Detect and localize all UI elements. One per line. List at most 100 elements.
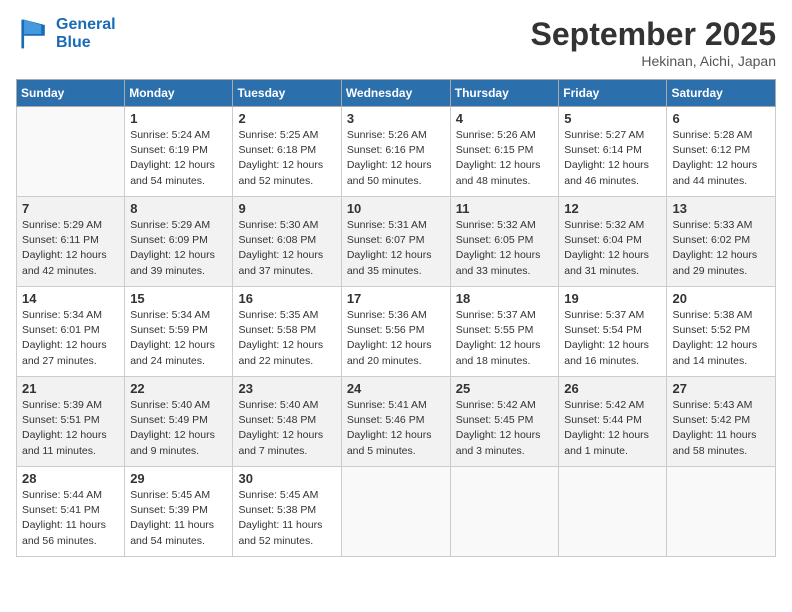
day-number: 17	[347, 291, 445, 306]
day-info: Sunrise: 5:45 AM Sunset: 5:38 PM Dayligh…	[238, 488, 335, 549]
day-info: Sunrise: 5:42 AM Sunset: 5:45 PM Dayligh…	[456, 398, 554, 459]
day-number: 5	[564, 111, 661, 126]
calendar-week-row: 7 Sunrise: 5:29 AM Sunset: 6:11 PM Daylig…	[17, 197, 776, 287]
calendar-cell: 18 Sunrise: 5:37 AM Sunset: 5:55 PM Dayli…	[450, 287, 559, 377]
day-info: Sunrise: 5:28 AM Sunset: 6:12 PM Dayligh…	[672, 128, 770, 189]
calendar-cell: 5 Sunrise: 5:27 AM Sunset: 6:14 PM Daylig…	[559, 107, 667, 197]
day-number: 29	[130, 471, 227, 486]
calendar-cell: 14 Sunrise: 5:34 AM Sunset: 6:01 PM Dayli…	[17, 287, 125, 377]
calendar-cell: 26Sunrise: 5:42 AM Sunset: 5:44 PM Dayli…	[559, 377, 667, 467]
title-section: September 2025 Hekinan, Aichi, Japan	[531, 16, 776, 69]
weekday-header-wednesday: Wednesday	[341, 80, 450, 107]
day-info: Sunrise: 5:40 AM Sunset: 5:49 PM Dayligh…	[130, 398, 227, 459]
day-info: Sunrise: 5:32 AM Sunset: 6:05 PM Dayligh…	[456, 218, 554, 279]
calendar-cell: 3 Sunrise: 5:26 AM Sunset: 6:16 PM Daylig…	[341, 107, 450, 197]
day-number: 16	[238, 291, 335, 306]
day-number: 9	[238, 201, 335, 216]
day-number: 7	[22, 201, 119, 216]
day-info: Sunrise: 5:29 AM Sunset: 6:11 PM Dayligh…	[22, 218, 119, 279]
weekday-header-sunday: Sunday	[17, 80, 125, 107]
day-number: 20	[672, 291, 770, 306]
day-number: 23	[238, 381, 335, 396]
day-info: Sunrise: 5:32 AM Sunset: 6:04 PM Dayligh…	[564, 218, 661, 279]
weekday-header-tuesday: Tuesday	[233, 80, 341, 107]
day-info: Sunrise: 5:44 AM Sunset: 5:41 PM Dayligh…	[22, 488, 119, 549]
location: Hekinan, Aichi, Japan	[531, 53, 776, 69]
weekday-header-thursday: Thursday	[450, 80, 559, 107]
day-info: Sunrise: 5:39 AM Sunset: 5:51 PM Dayligh…	[22, 398, 119, 459]
day-number: 25	[456, 381, 554, 396]
logo-icon	[16, 16, 52, 52]
calendar-cell: 20 Sunrise: 5:38 AM Sunset: 5:52 PM Dayli…	[667, 287, 776, 377]
calendar-cell: 4 Sunrise: 5:26 AM Sunset: 6:15 PM Daylig…	[450, 107, 559, 197]
logo-text: General Blue	[56, 16, 116, 52]
calendar-cell: 11 Sunrise: 5:32 AM Sunset: 6:05 PM Dayli…	[450, 197, 559, 287]
calendar-week-row: 28 Sunrise: 5:44 AM Sunset: 5:41 PM Dayli…	[17, 467, 776, 557]
calendar-header-row: SundayMondayTuesdayWednesdayThursdayFrid…	[17, 80, 776, 107]
calendar-cell: 16 Sunrise: 5:35 AM Sunset: 5:58 PM Dayli…	[233, 287, 341, 377]
calendar-cell: 22 Sunrise: 5:40 AM Sunset: 5:49 PM Dayli…	[125, 377, 233, 467]
weekday-header-friday: Friday	[559, 80, 667, 107]
day-number: 18	[456, 291, 554, 306]
day-info: Sunrise: 5:41 AM Sunset: 5:46 PM Dayligh…	[347, 398, 445, 459]
day-info: Sunrise: 5:34 AM Sunset: 6:01 PM Dayligh…	[22, 308, 119, 369]
weekday-header-saturday: Saturday	[667, 80, 776, 107]
day-info: Sunrise: 5:27 AM Sunset: 6:14 PM Dayligh…	[564, 128, 661, 189]
day-info: Sunrise: 5:36 AM Sunset: 5:56 PM Dayligh…	[347, 308, 445, 369]
logo: General Blue	[16, 16, 116, 52]
calendar-cell: 30 Sunrise: 5:45 AM Sunset: 5:38 PM Dayli…	[233, 467, 341, 557]
calendar-cell: 1 Sunrise: 5:24 AM Sunset: 6:19 PM Daylig…	[125, 107, 233, 197]
day-info: Sunrise: 5:37 AM Sunset: 5:55 PM Dayligh…	[456, 308, 554, 369]
calendar-cell	[450, 467, 559, 557]
calendar-cell: 28 Sunrise: 5:44 AM Sunset: 5:41 PM Dayli…	[17, 467, 125, 557]
calendar-cell: 17 Sunrise: 5:36 AM Sunset: 5:56 PM Dayli…	[341, 287, 450, 377]
day-number: 22	[130, 381, 227, 396]
day-number: 4	[456, 111, 554, 126]
calendar-cell	[667, 467, 776, 557]
day-number: 3	[347, 111, 445, 126]
day-number: 24	[347, 381, 445, 396]
calendar-cell: 9 Sunrise: 5:30 AM Sunset: 6:08 PM Daylig…	[233, 197, 341, 287]
month-title: September 2025	[531, 16, 776, 53]
day-info: Sunrise: 5:26 AM Sunset: 6:15 PM Dayligh…	[456, 128, 554, 189]
calendar-cell: 29Sunrise: 5:45 AM Sunset: 5:39 PM Dayli…	[125, 467, 233, 557]
day-number: 27	[672, 381, 770, 396]
calendar-cell: 8Sunrise: 5:29 AM Sunset: 6:09 PM Daylig…	[125, 197, 233, 287]
day-info: Sunrise: 5:25 AM Sunset: 6:18 PM Dayligh…	[238, 128, 335, 189]
calendar-cell: 12 Sunrise: 5:32 AM Sunset: 6:04 PM Dayli…	[559, 197, 667, 287]
day-number: 1	[130, 111, 227, 126]
day-number: 15	[130, 291, 227, 306]
calendar-cell: 25 Sunrise: 5:42 AM Sunset: 5:45 PM Dayli…	[450, 377, 559, 467]
day-info: Sunrise: 5:24 AM Sunset: 6:19 PM Dayligh…	[130, 128, 227, 189]
day-info: Sunrise: 5:37 AM Sunset: 5:54 PM Dayligh…	[564, 308, 661, 369]
calendar-cell: 23Sunrise: 5:40 AM Sunset: 5:48 PM Dayli…	[233, 377, 341, 467]
day-number: 10	[347, 201, 445, 216]
day-info: Sunrise: 5:30 AM Sunset: 6:08 PM Dayligh…	[238, 218, 335, 279]
calendar-cell: 21 Sunrise: 5:39 AM Sunset: 5:51 PM Dayli…	[17, 377, 125, 467]
day-number: 14	[22, 291, 119, 306]
day-number: 13	[672, 201, 770, 216]
day-info: Sunrise: 5:26 AM Sunset: 6:16 PM Dayligh…	[347, 128, 445, 189]
day-number: 21	[22, 381, 119, 396]
calendar-cell: 10 Sunrise: 5:31 AM Sunset: 6:07 PM Dayli…	[341, 197, 450, 287]
calendar-cell: 24 Sunrise: 5:41 AM Sunset: 5:46 PM Dayli…	[341, 377, 450, 467]
day-number: 12	[564, 201, 661, 216]
calendar-cell	[17, 107, 125, 197]
day-info: Sunrise: 5:29 AM Sunset: 6:09 PM Dayligh…	[130, 218, 227, 279]
day-info: Sunrise: 5:38 AM Sunset: 5:52 PM Dayligh…	[672, 308, 770, 369]
weekday-header-monday: Monday	[125, 80, 233, 107]
day-number: 11	[456, 201, 554, 216]
day-number: 26	[564, 381, 661, 396]
day-info: Sunrise: 5:43 AM Sunset: 5:42 PM Dayligh…	[672, 398, 770, 459]
day-info: Sunrise: 5:31 AM Sunset: 6:07 PM Dayligh…	[347, 218, 445, 279]
day-number: 30	[238, 471, 335, 486]
day-info: Sunrise: 5:35 AM Sunset: 5:58 PM Dayligh…	[238, 308, 335, 369]
day-number: 2	[238, 111, 335, 126]
day-number: 28	[22, 471, 119, 486]
calendar-table: SundayMondayTuesdayWednesdayThursdayFrid…	[16, 79, 776, 557]
calendar-week-row: 14 Sunrise: 5:34 AM Sunset: 6:01 PM Dayli…	[17, 287, 776, 377]
day-info: Sunrise: 5:33 AM Sunset: 6:02 PM Dayligh…	[672, 218, 770, 279]
calendar-cell: 15Sunrise: 5:34 AM Sunset: 5:59 PM Dayli…	[125, 287, 233, 377]
calendar-cell: 27 Sunrise: 5:43 AM Sunset: 5:42 PM Dayli…	[667, 377, 776, 467]
page-header: General Blue September 2025 Hekinan, Aic…	[16, 16, 776, 69]
